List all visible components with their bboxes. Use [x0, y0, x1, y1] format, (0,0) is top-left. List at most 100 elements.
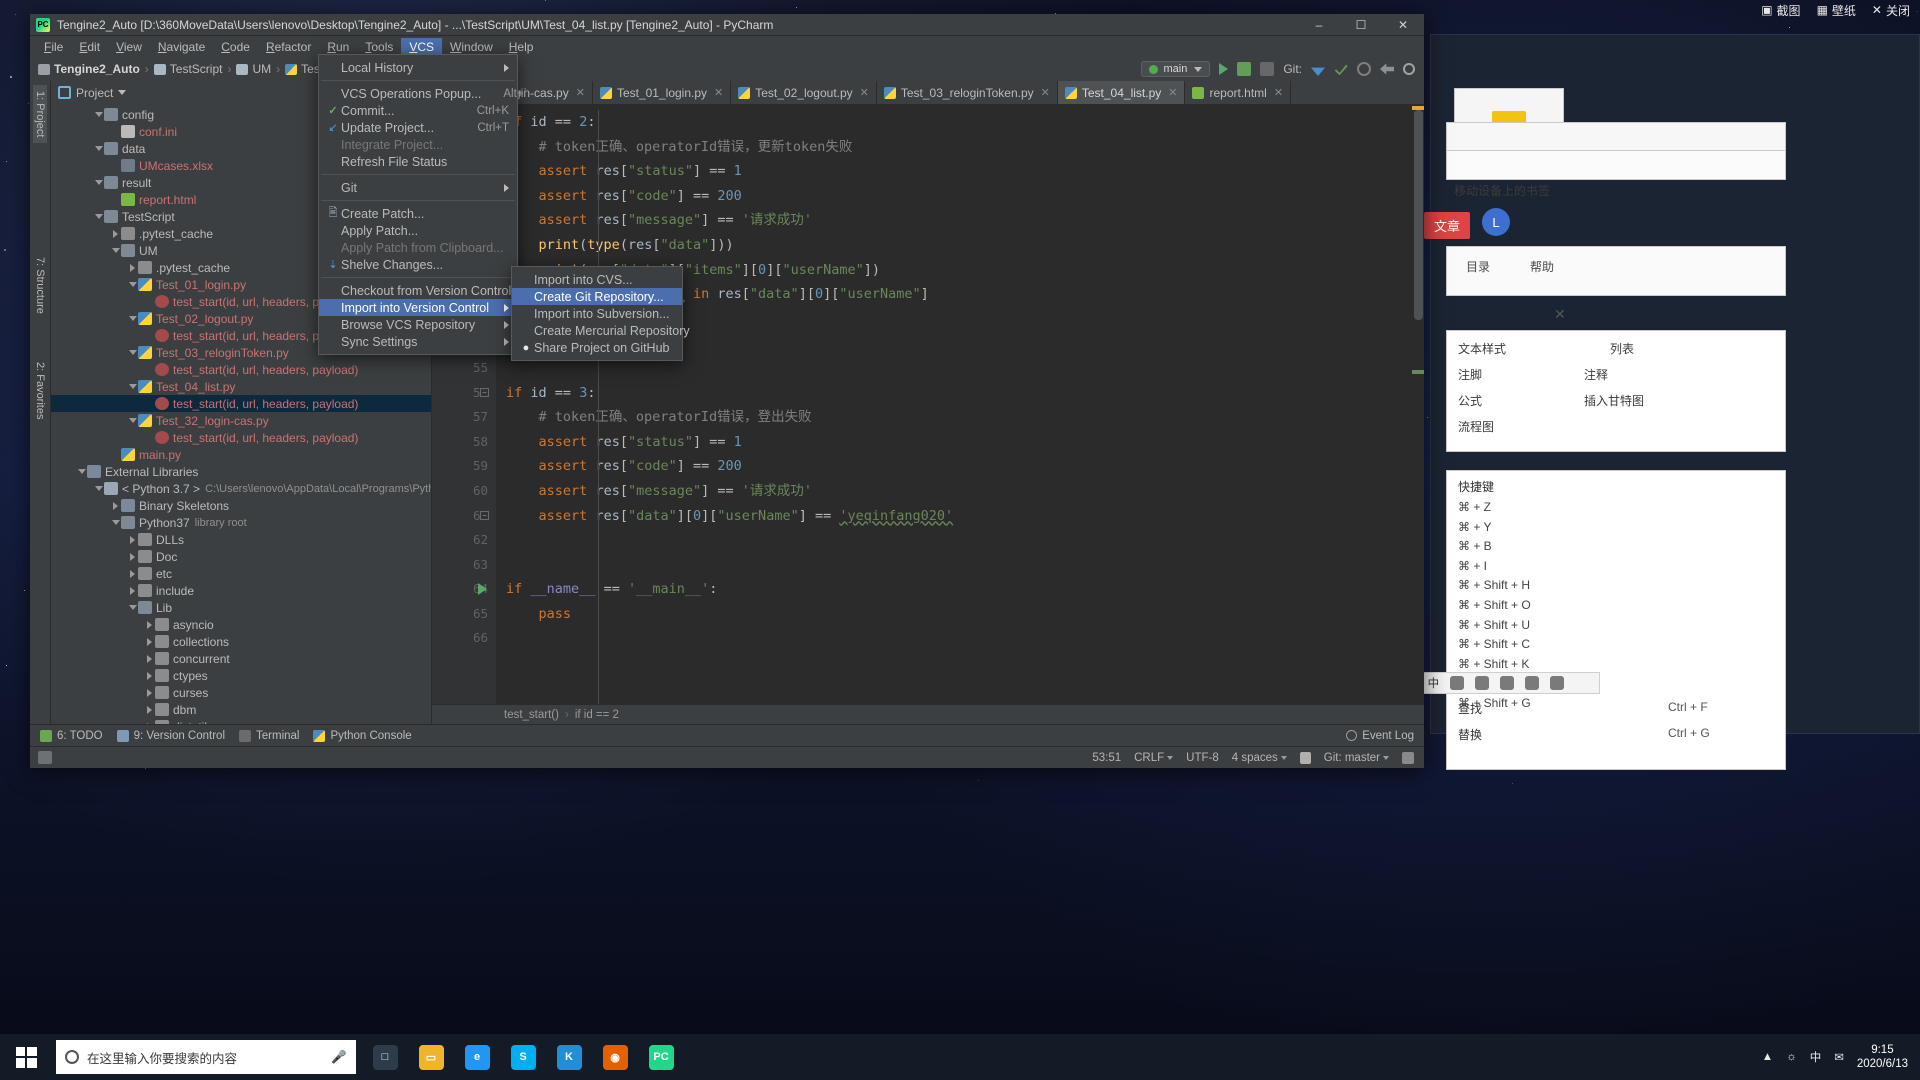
collapse-arrow-icon[interactable] — [93, 180, 104, 185]
code-line[interactable]: assert res["message"] == '请求成功' — [496, 479, 1424, 504]
close-icon[interactable]: ✕ — [1554, 306, 1566, 323]
expand-arrow-icon[interactable] — [144, 671, 155, 680]
commit-icon[interactable] — [1334, 64, 1348, 76]
code-line[interactable]: if id == 3: — [496, 381, 1424, 406]
start-button[interactable] — [0, 1034, 52, 1080]
ime-lang-toggle[interactable]: 中 — [1428, 675, 1440, 691]
microphone-icon[interactable]: 🎤 — [331, 1050, 347, 1065]
editor-tab-test-04-list-py[interactable]: Test_04_list.py ✕ — [1057, 81, 1186, 104]
menu-code[interactable]: Code — [213, 38, 258, 56]
code-line[interactable]: # token正确、operatorId错误，更新token失败 — [496, 135, 1424, 160]
panel-row-2-left[interactable]: 公式 — [1458, 392, 1482, 409]
run-line-icon[interactable] — [478, 583, 487, 596]
panel-row-0-right[interactable]: 列表 — [1610, 340, 1634, 357]
taskbar-file-explorer-icon[interactable]: ▭ — [408, 1034, 454, 1080]
menu-item-import-into-version-control[interactable]: Import into Version Control — [319, 299, 517, 316]
tree-node[interactable]: etc — [51, 565, 431, 582]
code-line[interactable]: assert res["code"] == 200 — [496, 184, 1424, 209]
taskbar-search[interactable]: 在这里输入你要搜索的内容 🎤 — [56, 1040, 356, 1074]
indent-setting[interactable]: 4 spaces — [1232, 752, 1287, 764]
ime-settings-icon[interactable] — [1550, 676, 1565, 690]
tree-node[interactable]: curses — [51, 684, 431, 701]
caret-position[interactable]: 53:51 — [1092, 752, 1121, 764]
clock[interactable]: 9:15 2020/6/13 — [1857, 1043, 1908, 1072]
code-line[interactable]: assert res["data"][0]["userName"] == 'ye… — [496, 504, 1424, 529]
close-icon[interactable]: ✕ — [714, 86, 723, 99]
panel-row-1-left[interactable]: 注脚 — [1458, 366, 1482, 383]
code-fold-toggle[interactable]: − — [480, 387, 489, 397]
notification-icon[interactable]: ✉ — [1834, 1050, 1844, 1064]
breadcrumb-item-1[interactable]: TestScript — [153, 62, 222, 76]
code-line[interactable] — [496, 528, 1424, 553]
menu-item-create-git-repository[interactable]: Create Git Repository... — [512, 288, 682, 305]
tree-node[interactable]: test_start(id, url, headers, payload) — [51, 395, 431, 412]
expand-arrow-icon[interactable] — [144, 688, 155, 697]
vcs-menu[interactable]: Local History VCS Operations Popup... Alt+… — [318, 54, 531, 355]
menu-item-git[interactable]: Git — [319, 179, 517, 196]
collapse-arrow-icon[interactable] — [93, 486, 104, 491]
code-line[interactable]: if __name__ == '__main__': — [496, 577, 1424, 602]
menu-run[interactable]: Run — [319, 38, 357, 56]
menu-file[interactable]: File — [36, 38, 71, 56]
wallpaper-tool[interactable]: ▦ 壁纸 — [1817, 2, 1856, 19]
tree-node[interactable]: Python37 library root — [51, 514, 431, 531]
panel-row-1-right[interactable]: 注释 — [1584, 366, 1608, 383]
expand-arrow-icon[interactable] — [127, 586, 138, 595]
menu-item-commit[interactable]: ✓ Commit... Ctrl+K — [319, 102, 517, 119]
error-stripe-mark[interactable] — [1412, 106, 1424, 110]
code-fold-toggle[interactable]: − — [480, 510, 489, 520]
git-branch-widget[interactable]: Git: master — [1324, 752, 1389, 764]
code-line[interactable]: assert res["code"] == 200 — [496, 454, 1424, 479]
tree-node[interactable]: collections — [51, 633, 431, 650]
close-icon[interactable]: ✕ — [860, 86, 869, 99]
vcs-import-submenu[interactable]: Import into CVS... Create Git Repository.… — [511, 266, 690, 361]
editor-breadcrumb-item-0[interactable]: test_start() — [504, 709, 559, 721]
menu-vcs[interactable]: VCS — [401, 37, 443, 56]
panel-row-0-left[interactable]: 文本样式 — [1458, 340, 1506, 357]
tree-node[interactable]: DLLs — [51, 531, 431, 548]
collapse-arrow-icon[interactable] — [127, 282, 138, 287]
sidebar-item-help[interactable]: 帮助 — [1530, 258, 1554, 275]
editor-breadcrumb-item-1[interactable]: if id == 2 — [575, 709, 619, 721]
menu-item-refresh-file-status[interactable]: Refresh File Status — [319, 153, 517, 170]
tool-window-terminal[interactable]: Terminal — [239, 729, 299, 742]
collapse-arrow-icon[interactable] — [127, 605, 138, 610]
expand-arrow-icon[interactable] — [127, 569, 138, 578]
tree-node[interactable]: Test_32_login-cas.py — [51, 412, 431, 429]
close-icon[interactable]: ✕ — [1274, 86, 1283, 99]
collapse-arrow-icon[interactable] — [127, 418, 138, 423]
menu-tools[interactable]: Tools — [357, 38, 401, 56]
tree-node[interactable]: main.py — [51, 446, 431, 463]
collapse-arrow-icon[interactable] — [127, 350, 138, 355]
code-line[interactable]: print(type(res["data"])) — [496, 233, 1424, 258]
code-line[interactable]: pass — [496, 602, 1424, 627]
code-line[interactable] — [496, 626, 1424, 651]
minimize-button[interactable]: – — [1298, 14, 1340, 36]
menu-view[interactable]: View — [108, 38, 150, 56]
menu-item-vcs-operations-popup[interactable]: VCS Operations Popup... Alt+` — [319, 85, 527, 102]
collapse-arrow-icon[interactable] — [127, 316, 138, 321]
ime-keyboard-icon[interactable] — [1475, 676, 1490, 690]
taskbar-skype-icon[interactable]: S — [500, 1034, 546, 1080]
history-icon[interactable] — [1357, 62, 1371, 76]
code-line[interactable]: assert res["status"] == 1 — [496, 159, 1424, 184]
expand-arrow-icon[interactable] — [110, 501, 121, 510]
vertical-scrollbar[interactable] — [1412, 104, 1424, 704]
code-content[interactable]: if id == 2: # token正确、operatorId错误，更新tok… — [496, 104, 1424, 704]
maximize-button[interactable]: ☐ — [1340, 14, 1382, 36]
event-log-button[interactable]: Event Log — [1346, 730, 1414, 742]
scrollbar-thumb[interactable] — [1414, 110, 1423, 320]
taskbar-browser-icon[interactable]: e — [454, 1034, 500, 1080]
menu-item-import-into-subversion[interactable]: Import into Subversion... — [512, 305, 682, 322]
collapse-arrow-icon[interactable] — [110, 520, 121, 525]
code-line[interactable] — [496, 553, 1424, 578]
editor-tab-test-02-logout-py[interactable]: Test_02_logout.py ✕ — [731, 81, 877, 104]
debug-icon[interactable] — [1237, 62, 1252, 76]
menu-item-shelve-changes[interactable]: ⇣ Shelve Changes... — [319, 256, 517, 273]
revert-icon[interactable] — [1380, 63, 1394, 75]
find-label[interactable]: 查找 — [1458, 700, 1482, 717]
breadcrumb-item-2[interactable]: UM — [236, 62, 271, 76]
code-line[interactable]: # token正确、operatorId错误，登出失败 — [496, 405, 1424, 430]
expand-arrow-icon[interactable] — [127, 552, 138, 561]
tree-node[interactable]: concurrent — [51, 650, 431, 667]
